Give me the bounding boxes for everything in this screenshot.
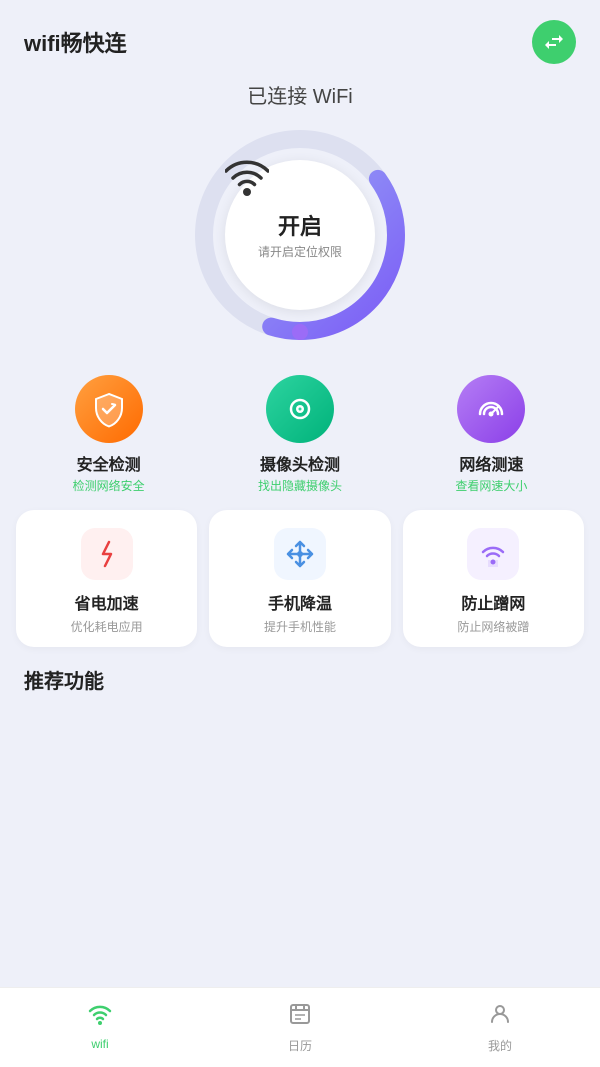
donut-sublabel: 请开启定位权限: [258, 243, 342, 260]
power-icon-bg: [81, 528, 133, 580]
card-cool[interactable]: 手机降温 提升手机性能: [209, 510, 390, 647]
wifi-nav-icon: [87, 1004, 113, 1033]
cool-icon-bg: [274, 528, 326, 580]
protect-desc: 防止网络被蹭: [457, 618, 529, 635]
bottom-nav: wifi 日历 我的: [0, 987, 600, 1067]
header: wifi畅快连: [0, 0, 600, 74]
history-nav-icon: [288, 1002, 312, 1033]
power-desc: 优化耗电应用: [71, 618, 143, 635]
feature-grid: 安全检测 检测网络安全 摄像头检测 找出隐藏摄像头 网络测速: [0, 365, 600, 500]
nav-history[interactable]: 日历: [200, 1002, 400, 1054]
history-nav-label: 日历: [288, 1037, 312, 1054]
card-grid: 省电加速 优化耗电应用 手机降温 提升手机性能 防止: [0, 500, 600, 657]
camera-icon-bg: [266, 375, 334, 443]
card-power[interactable]: 省电加速 优化耗电应用: [16, 510, 197, 647]
security-icon-bg: [75, 375, 143, 443]
speed-name: 网络测速: [459, 451, 523, 475]
nav-wifi[interactable]: wifi: [0, 1004, 200, 1051]
profile-nav-icon: [488, 1002, 512, 1033]
profile-nav-label: 我的: [488, 1037, 512, 1054]
feature-speed[interactable]: 网络测速 查看网速大小: [455, 375, 527, 494]
feature-security[interactable]: 安全检测 检测网络安全: [73, 375, 145, 494]
exchange-button[interactable]: [532, 20, 576, 64]
nav-profile[interactable]: 我的: [400, 1002, 600, 1054]
wifi-status-label: 已连接 WiFi: [0, 80, 600, 109]
security-desc: 检测网络安全: [73, 477, 145, 494]
donut-container: 开启 请开启定位权限: [0, 125, 600, 345]
donut-center: 开启 请开启定位权限: [225, 160, 375, 310]
app-title: wifi畅快连: [24, 26, 127, 58]
partial-section-label: 推荐功能: [0, 657, 600, 694]
camera-desc: 找出隐藏摄像头: [258, 477, 342, 494]
security-icon: [90, 390, 128, 428]
protect-name: 防止蹭网: [461, 590, 525, 614]
power-icon: [91, 538, 123, 570]
feature-camera[interactable]: 摄像头检测 找出隐藏摄像头: [258, 375, 342, 494]
wifi-nav-label: wifi: [91, 1037, 108, 1051]
speed-desc: 查看网速大小: [455, 477, 527, 494]
speed-icon-bg: [457, 375, 525, 443]
exchange-icon: [542, 30, 566, 54]
cool-name: 手机降温: [268, 590, 332, 614]
power-name: 省电加速: [75, 590, 139, 614]
cool-desc: 提升手机性能: [264, 618, 336, 635]
protect-icon-bg: [467, 528, 519, 580]
card-protect[interactable]: 防止蹭网 防止网络被蹭: [403, 510, 584, 647]
cool-icon: [284, 538, 316, 570]
speed-icon: [472, 390, 510, 428]
camera-name: 摄像头检测: [260, 451, 340, 475]
security-name: 安全检测: [77, 451, 141, 475]
camera-icon: [281, 390, 319, 428]
donut-label: 开启: [278, 214, 322, 240]
donut-ring[interactable]: 开启 请开启定位权限: [190, 125, 410, 345]
protect-icon: [477, 538, 509, 570]
